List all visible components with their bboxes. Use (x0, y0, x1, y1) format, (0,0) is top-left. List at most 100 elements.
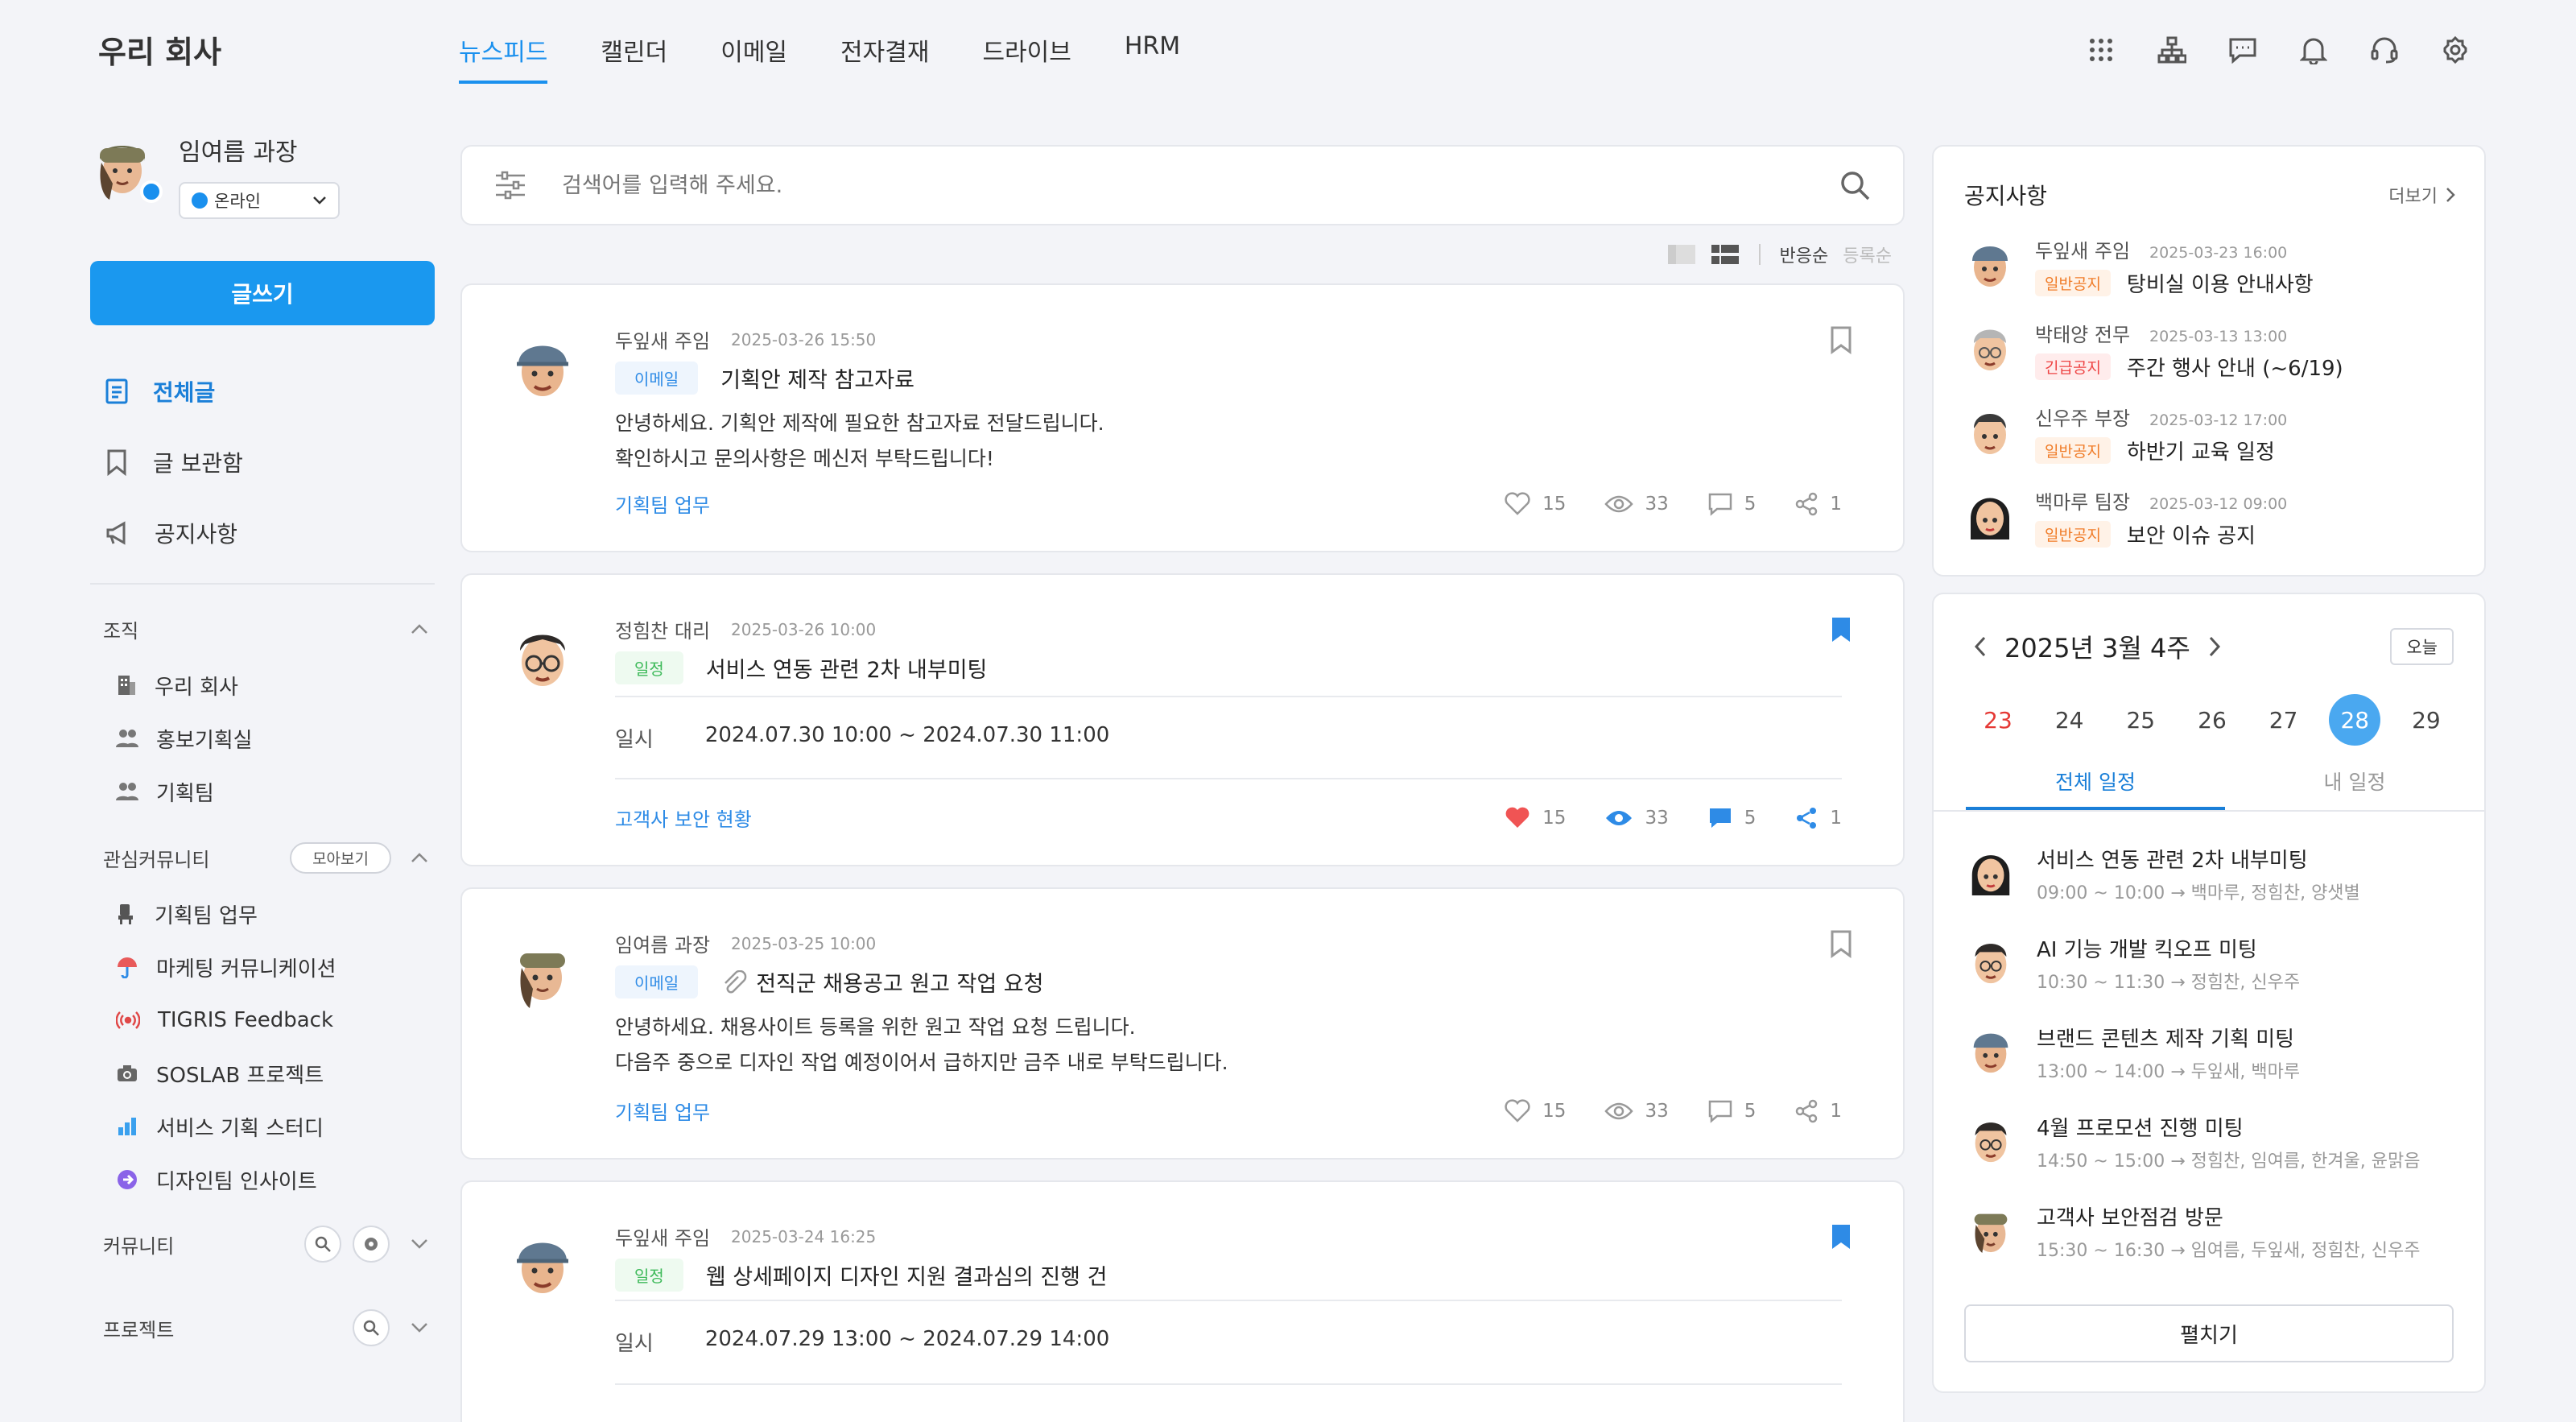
search-icon[interactable] (1839, 169, 1871, 201)
community-item[interactable]: 기획팀 업무 (90, 887, 435, 940)
org-section-header[interactable]: 조직 (90, 599, 435, 659)
community-item[interactable]: TIGRIS Feedback (90, 994, 435, 1047)
like-stat[interactable]: 15 (1504, 491, 1566, 516)
bookmark-icon[interactable] (1829, 929, 1853, 958)
menu-all-posts[interactable]: 전체글 (90, 356, 435, 427)
event-item[interactable]: 서비스 연동 관련 2차 내부미팅 09:00 ~ 10:00 → 백마루, 정힘… (1934, 844, 2484, 904)
like-stat[interactable]: 15 (1504, 1098, 1566, 1123)
post-card[interactable]: 임여름 과장 2025-03-25 10:00 이메일 전직군 채용공고 원고 작… (460, 887, 1905, 1160)
sort-date[interactable]: 등록순 (1843, 242, 1892, 267)
project-section-header[interactable]: 프로젝트 (90, 1298, 435, 1358)
org-chart-icon[interactable] (2154, 32, 2190, 68)
chevron-left-icon[interactable] (1974, 636, 1987, 657)
share-stat[interactable]: 1 (1794, 1099, 1842, 1123)
chevron-up-icon[interactable] (411, 623, 428, 635)
post-author[interactable]: 두잎새 주임 (615, 325, 710, 353)
day-cell-selected[interactable]: 28 (2329, 694, 2381, 746)
event-item[interactable]: 4월 프로모션 진행 미팅 14:50 ~ 15:00 → 정힘찬, 임여름, 한… (1934, 1112, 2484, 1172)
bookmark-filled-icon[interactable] (1829, 1222, 1853, 1251)
org-item[interactable]: 홍보기획실 (90, 712, 435, 765)
share-count: 1 (1830, 1100, 1842, 1122)
bell-icon[interactable] (2296, 32, 2331, 68)
community-all-header[interactable]: 커뮤니티 (90, 1214, 435, 1274)
nav-newsfeed[interactable]: 뉴스피드 (459, 32, 548, 84)
day-cell[interactable]: 29 (2401, 694, 2452, 746)
card-view-icon[interactable] (1711, 244, 1740, 265)
like-stat[interactable]: 15 (1504, 806, 1566, 830)
expand-button[interactable]: 펼치기 (1964, 1304, 2454, 1362)
project-search-button[interactable] (353, 1309, 390, 1346)
event-item[interactable]: 브랜드 콘텐츠 제작 기획 미팅 13:00 ~ 14:00 → 두잎새, 백마루 (1934, 1023, 2484, 1083)
bookmark-icon[interactable] (1829, 325, 1853, 354)
today-button[interactable]: 오늘 (2390, 628, 2454, 665)
post-title[interactable]: 서비스 연동 관련 2차 내부미팅 (706, 652, 988, 684)
tab-my-schedule[interactable]: 내 일정 (2225, 767, 2484, 810)
post-author[interactable]: 정힘찬 대리 (615, 615, 710, 643)
community-item[interactable]: 서비스 기획 스터디 (90, 1100, 435, 1153)
community-section-header[interactable]: 관심커뮤니티 모아보기 (90, 828, 435, 887)
list-view-icon[interactable] (1667, 244, 1696, 265)
nav-approval[interactable]: 전자결재 (840, 32, 929, 84)
post-title[interactable]: 웹 상세페이지 디자인 지원 결과심의 진행 건 (706, 1259, 1108, 1291)
gear-icon[interactable] (2438, 32, 2473, 68)
bookmark-filled-icon[interactable] (1829, 615, 1853, 644)
tab-all-schedule[interactable]: 전체 일정 (1966, 767, 2225, 810)
search-input[interactable] (562, 172, 1803, 198)
notice-more-link[interactable]: 더보기 (2388, 182, 2455, 208)
post-title[interactable]: 기획안 제작 참고자료 (720, 362, 914, 394)
headset-icon[interactable] (2367, 32, 2402, 68)
collect-view-button[interactable]: 모아보기 (290, 841, 391, 874)
org-item[interactable]: 우리 회사 (90, 659, 435, 712)
nav-calendar[interactable]: 캘린더 (601, 32, 667, 84)
community-search-button[interactable] (304, 1226, 341, 1263)
post-title[interactable]: 전직군 채용공고 원고 작업 요청 (756, 966, 1043, 998)
nav-hrm[interactable]: HRM (1125, 32, 1180, 84)
day-cell[interactable]: 25 (2115, 694, 2166, 746)
post-card[interactable]: 정힘찬 대리 2025-03-26 10:00 일정 서비스 연동 관련 2차 내부… (460, 573, 1905, 866)
chat-icon[interactable] (2225, 32, 2260, 68)
day-cell[interactable]: 26 (2186, 694, 2238, 746)
schedule-time: 2024.07.30 10:00 ~ 2024.07.30 11:00 (704, 723, 1110, 747)
post-author[interactable]: 두잎새 주임 (615, 1222, 710, 1250)
post-card[interactable]: 두잎새 주임 2025-03-26 15:50 이메일 기획안 제작 참고자료 안녕… (460, 283, 1905, 552)
post-category[interactable]: 기획팀 업무 (615, 490, 710, 518)
community-item[interactable]: 디자인팀 인사이트 (90, 1153, 435, 1206)
event-item[interactable]: 고객사 보안점검 방문 15:30 ~ 16:30 → 임여름, 두잎새, 정힘찬… (1934, 1201, 2484, 1262)
comment-stat[interactable]: 5 (1707, 806, 1756, 830)
filter-icon[interactable] (494, 171, 526, 200)
post-card[interactable]: 두잎새 주임 2025-03-24 16:25 일정 웹 상세페이지 디자인 지원 … (460, 1180, 1905, 1422)
nav-email[interactable]: 이메일 (720, 32, 787, 84)
notice-item[interactable]: 신우주 부장 2025-03-12 17:00 일반공지 하반기 교육 일정 (1934, 403, 2484, 465)
day-cell[interactable]: 23 (1972, 694, 2024, 746)
community-item[interactable]: SOSLAB 프로젝트 (90, 1047, 435, 1100)
post-author[interactable]: 임여름 과장 (615, 929, 710, 957)
community-item[interactable]: 마케팅 커뮤니케이션 (90, 940, 435, 994)
chevron-up-icon[interactable] (411, 852, 428, 863)
day-cell[interactable]: 27 (2258, 694, 2310, 746)
notice-item[interactable]: 백마루 팀장 2025-03-12 09:00 일반공지 보안 이슈 공지 (1934, 486, 2484, 549)
chevron-down-icon[interactable] (411, 1238, 428, 1250)
day-cell[interactable]: 24 (2044, 694, 2095, 746)
apps-grid-icon[interactable] (2083, 32, 2119, 68)
post-category[interactable]: 고객사 보안 현황 (615, 804, 752, 832)
chevron-down-icon[interactable] (411, 1322, 428, 1333)
community-settings-button[interactable] (353, 1226, 390, 1263)
chevron-right-icon[interactable] (2208, 636, 2221, 657)
status-select[interactable]: 온라인 (179, 182, 340, 219)
menu-archive[interactable]: 글 보관함 (90, 427, 435, 498)
sort-reaction[interactable]: 반응순 (1780, 242, 1829, 267)
comment-stat[interactable]: 5 (1707, 492, 1756, 516)
write-button[interactable]: 글쓰기 (90, 261, 435, 325)
notice-item[interactable]: 두잎새 주임 2025-03-23 16:00 일반공지 탕비실 이용 안내사항 (1934, 235, 2484, 298)
event-item[interactable]: AI 기능 개발 킥오프 미팅 10:30 ~ 11:30 → 정힘찬, 신우주 (1934, 933, 2484, 994)
company-logo[interactable]: 우리 회사 (98, 27, 221, 72)
org-item[interactable]: 기획팀 (90, 765, 435, 818)
notice-item[interactable]: 박태양 전무 2025-03-13 13:00 긴급공지 주간 행사 안내 (~6/… (1934, 319, 2484, 382)
post-category[interactable]: 기획팀 업무 (615, 1097, 710, 1125)
profile-avatar[interactable] (90, 129, 163, 206)
nav-drive[interactable]: 드라이브 (982, 32, 1071, 84)
share-stat[interactable]: 1 (1794, 492, 1842, 516)
comment-stat[interactable]: 5 (1707, 1099, 1756, 1123)
menu-notices[interactable]: 공지사항 (90, 498, 435, 568)
share-stat[interactable]: 1 (1794, 806, 1842, 830)
